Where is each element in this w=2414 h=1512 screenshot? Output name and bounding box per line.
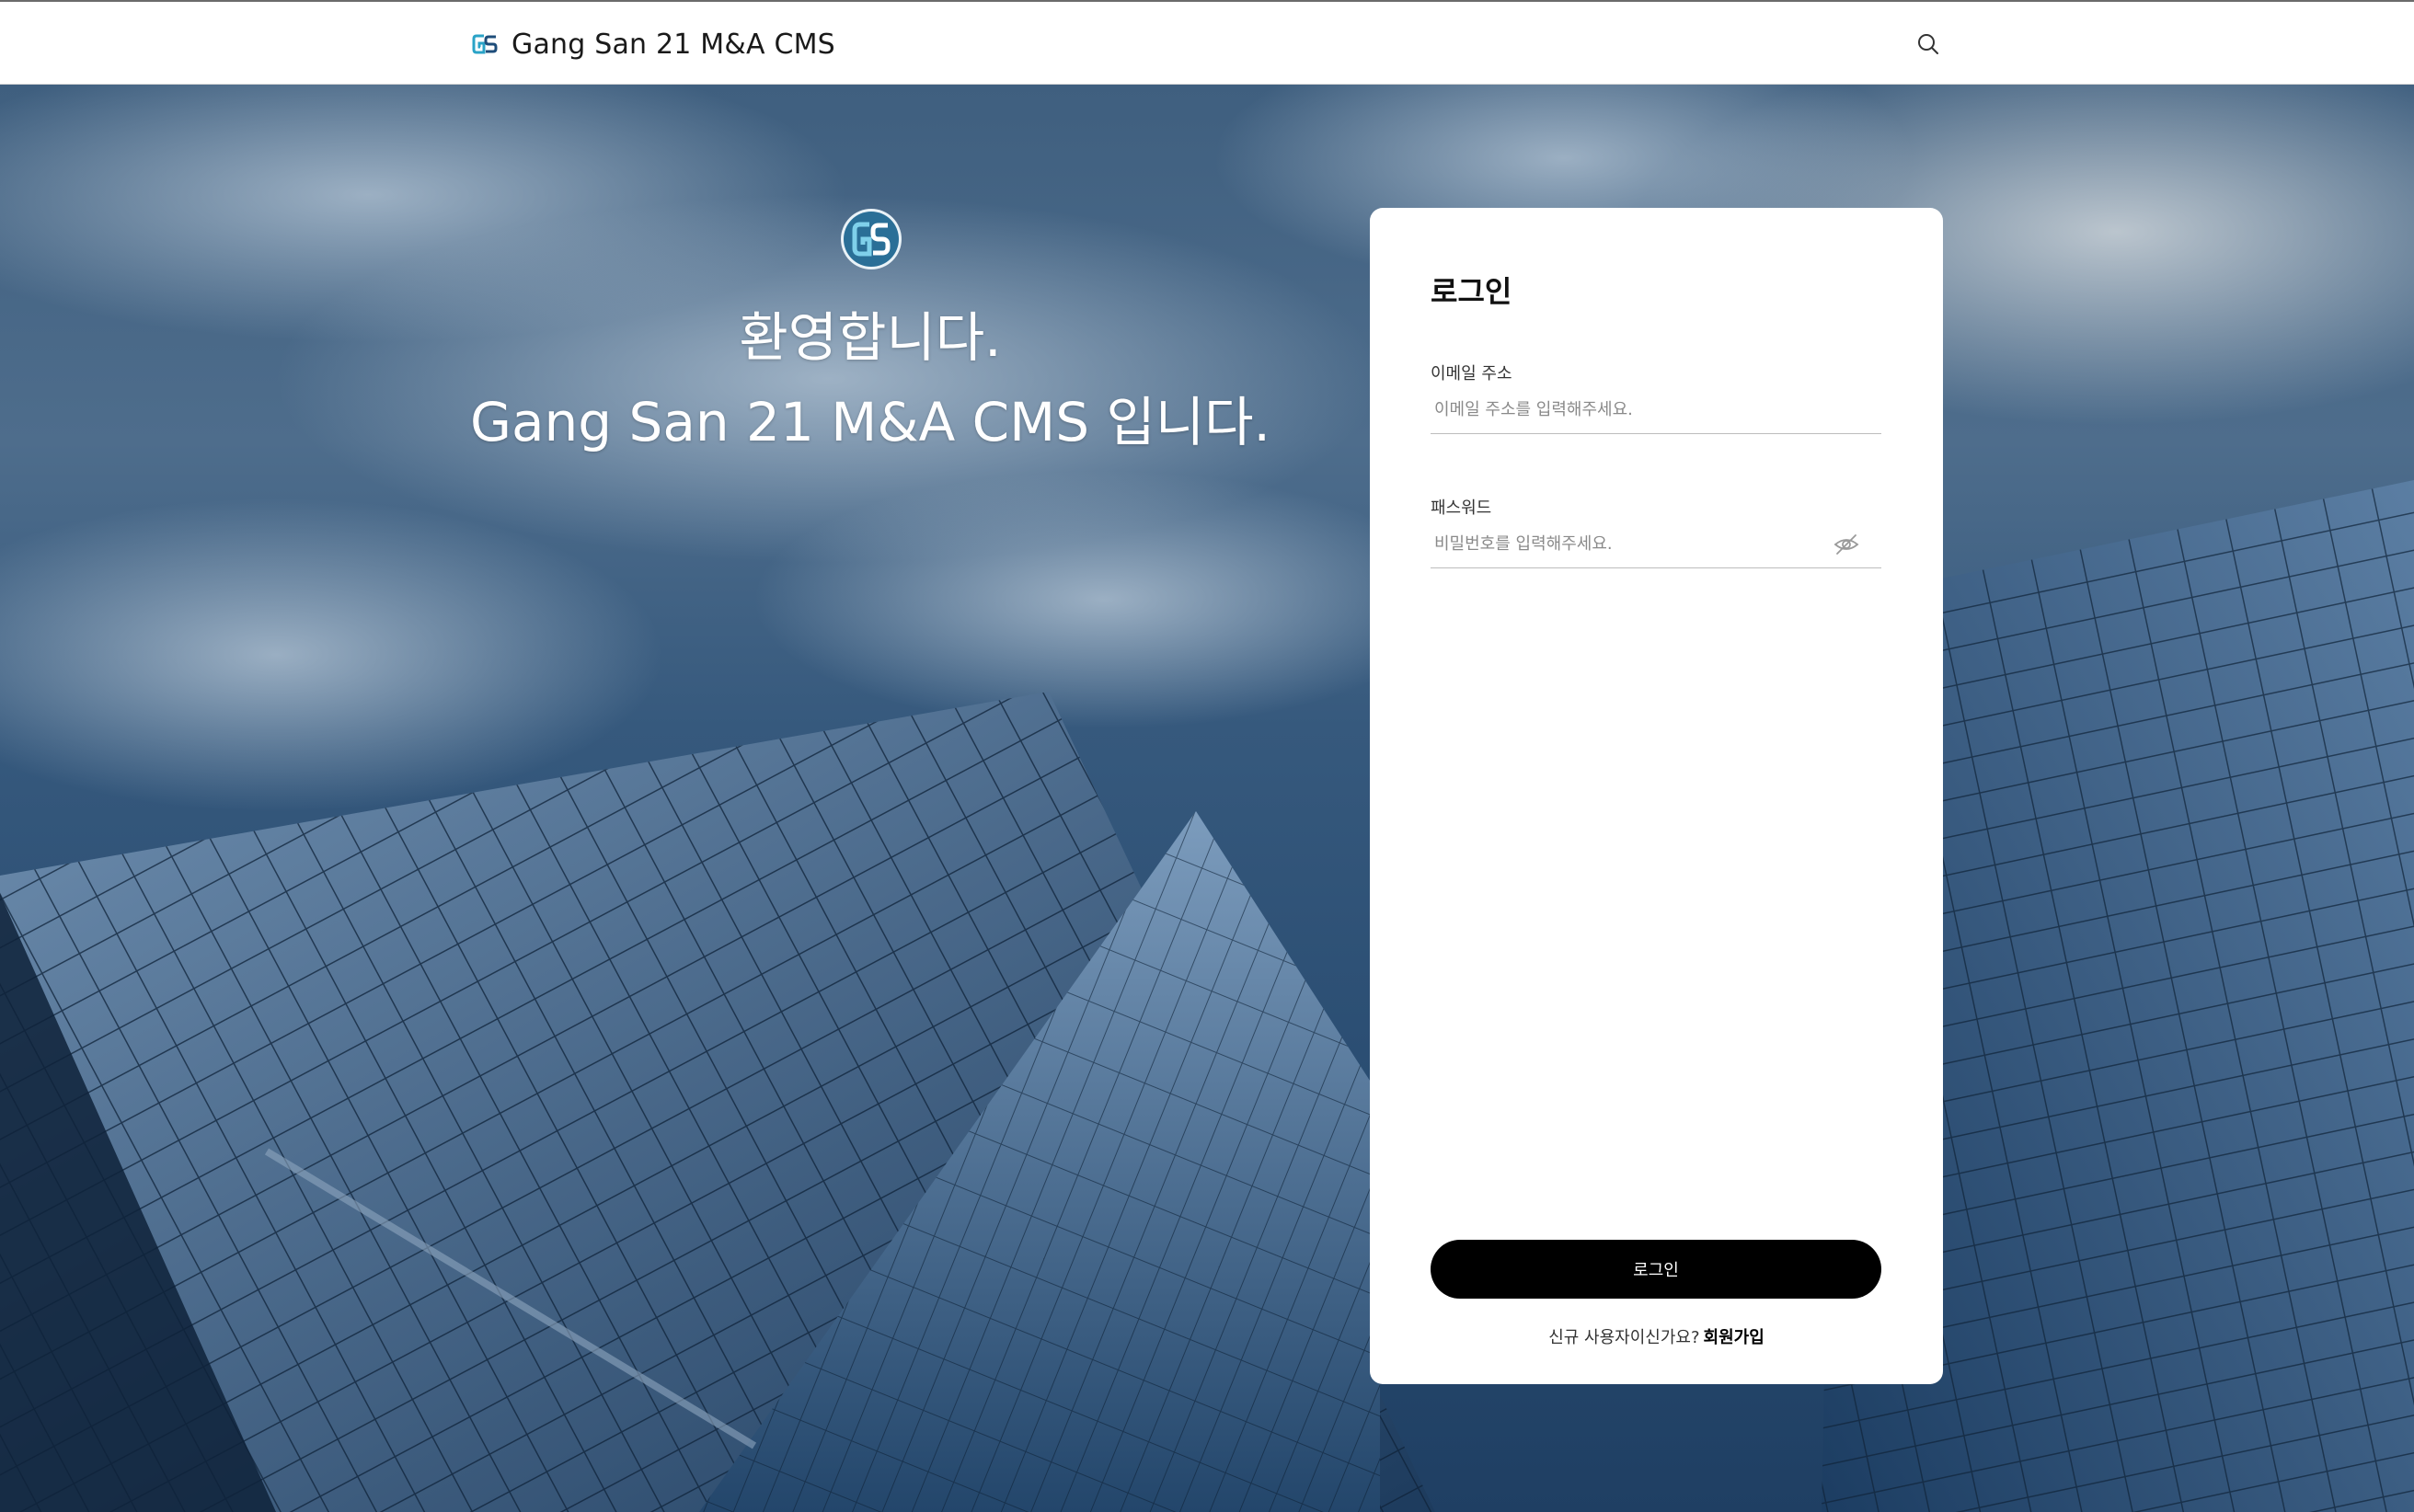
- password-visibility-toggle[interactable]: [1832, 530, 1861, 559]
- search-icon: [1918, 34, 1938, 54]
- password-label: 패스워드: [1431, 498, 1492, 518]
- eye-off-icon: [1833, 534, 1859, 555]
- welcome-subheading: Gang San 21 M&A CMS 입니다.: [470, 391, 1270, 453]
- search-button[interactable]: [1914, 29, 1943, 59]
- top-nav-bar: Gang San 21 M&A CMS: [0, 0, 2414, 85]
- password-field[interactable]: [1431, 521, 1881, 568]
- app-name: Gang San 21 M&A CMS: [512, 28, 835, 61]
- email-label: 이메일 주소: [1431, 364, 1512, 384]
- welcome-logo-icon: [841, 209, 902, 269]
- login-card: 로그인 이메일 주소 패스워드 로그인 신규 사용자이신가요?회원가입: [1370, 208, 1943, 1384]
- login-button[interactable]: 로그인: [1431, 1240, 1881, 1299]
- signup-row: 신규 사용자이신가요? 회원가입: [1370, 1324, 1943, 1348]
- welcome-heading: 환영합니다.: [739, 306, 1002, 369]
- email-field[interactable]: [1431, 386, 1881, 434]
- signup-prompt: 신규 사용자이신가요?: [1548, 1328, 1700, 1347]
- brand[interactable]: Gang San 21 M&A CMS: [471, 26, 835, 63]
- signup-link[interactable]: 회원가입: [1704, 1328, 1765, 1347]
- login-page: Gang San 21 M&A CMS 환영합니다. Gang San 21 M…: [0, 0, 2414, 1512]
- login-title: 로그인: [1431, 274, 1512, 309]
- hero-background: 환영합니다. Gang San 21 M&A CMS 입니다. 로그인 이메일 …: [0, 85, 2414, 1512]
- gs-logo-icon: [472, 33, 498, 55]
